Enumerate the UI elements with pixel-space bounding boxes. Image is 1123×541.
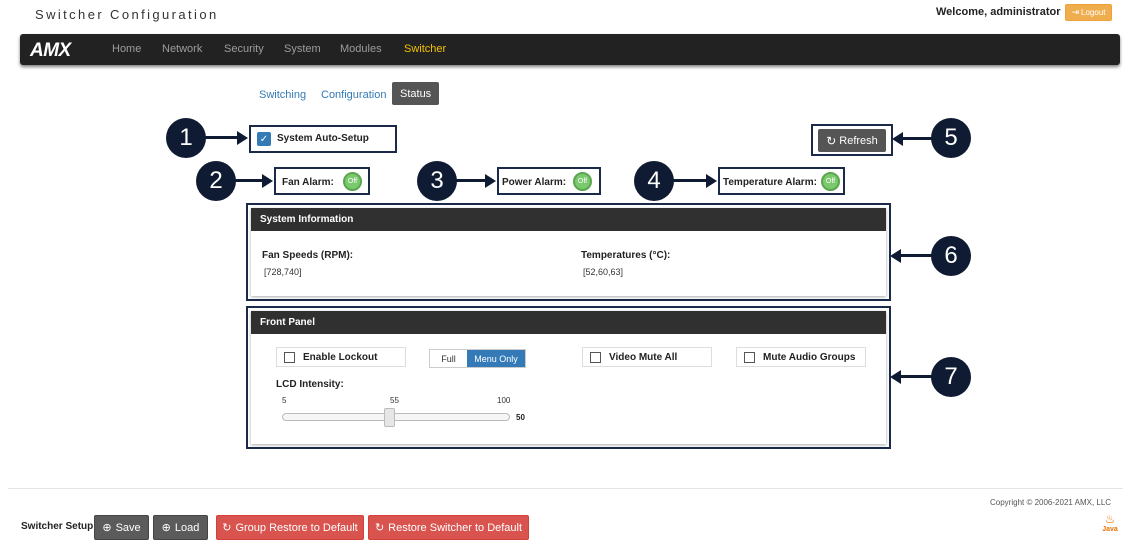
refresh-button[interactable]: ↻ Refresh	[818, 129, 886, 152]
arrow-1-head	[237, 131, 248, 145]
load-icon: ⊕	[161, 522, 171, 534]
auto-setup-box: ✓ System Auto-Setup	[249, 125, 397, 153]
group-restore-label: Group Restore to Default	[235, 521, 358, 534]
callout-3: 3	[417, 161, 457, 201]
logout-label: Logout	[1081, 8, 1106, 17]
lockout-mode-toggle: Full Menu Only	[429, 349, 526, 368]
arrow-6	[900, 254, 932, 257]
callout-1: 1	[166, 118, 206, 158]
power-alarm-label: Power Alarm:	[502, 177, 567, 188]
refresh-icon: ↻	[826, 133, 837, 148]
arrow-4-head	[706, 174, 717, 188]
check-icon: ✓	[259, 133, 269, 145]
front-panel-box: Front Panel Enable Lockout Full Menu Onl…	[246, 306, 891, 449]
save-button[interactable]: ⊕ Save	[94, 515, 149, 540]
lcd-intensity-label: LCD Intensity:	[276, 379, 344, 390]
temperatures-value: [52,60,63]	[583, 267, 624, 277]
system-info-box: System Information Fan Speeds (RPM): [72…	[246, 203, 891, 301]
video-mute-all-option[interactable]: Video Mute All	[582, 347, 712, 367]
tab-configuration[interactable]: Configuration	[321, 89, 386, 101]
arrow-5	[902, 137, 932, 140]
system-info-title: System Information	[251, 208, 886, 231]
arrow-2	[235, 179, 263, 182]
refresh-label: Refresh	[839, 134, 878, 147]
footer-divider	[8, 488, 1123, 489]
lcd-intensity-slider[interactable]	[282, 413, 510, 421]
fan-alarm-box: Fan Alarm: Off	[274, 167, 370, 195]
tab-status[interactable]: Status	[392, 82, 440, 105]
enable-lockout-option[interactable]: Enable Lockout	[276, 347, 406, 367]
group-restore-button[interactable]: ↻ Group Restore to Default	[216, 515, 364, 540]
lcd-max-label: 100	[497, 396, 511, 405]
restore-switcher-button[interactable]: ↻ Restore Switcher to Default	[368, 515, 529, 540]
enable-lockout-label: Enable Lockout	[303, 351, 378, 363]
auto-setup-label: System Auto-Setup	[277, 133, 369, 144]
java-icon: ♨ Java	[1102, 512, 1118, 533]
nav-switcher[interactable]: Switcher	[404, 43, 446, 55]
restore-switcher-label: Restore Switcher to Default	[388, 521, 523, 534]
copyright-text: Copyright © 2006-2021 AMX, LLC	[990, 498, 1112, 507]
fan-alarm-label: Fan Alarm:	[282, 177, 334, 188]
arrow-3-head	[485, 174, 496, 188]
nav-home[interactable]: Home	[112, 43, 141, 55]
welcome-text: Welcome, administrator	[936, 6, 1061, 18]
restore-switcher-icon: ↻	[374, 522, 385, 534]
arrow-1	[205, 136, 238, 139]
load-label: Load	[174, 521, 200, 534]
top-navbar: AMX Home Network Security System Modules…	[20, 34, 1120, 65]
nav-network[interactable]: Network	[162, 43, 202, 55]
save-icon: ⊕	[102, 522, 112, 534]
callout-6: 6	[931, 236, 971, 276]
enable-lockout-checkbox[interactable]	[284, 351, 295, 363]
tab-switching[interactable]: Switching	[259, 89, 306, 101]
front-panel-title: Front Panel	[251, 311, 886, 334]
save-label: Save	[115, 521, 141, 534]
mute-audio-groups-option[interactable]: Mute Audio Groups	[736, 347, 866, 367]
fan-alarm-indicator: Off	[343, 172, 362, 191]
arrow-3	[456, 179, 486, 182]
page-title: Switcher Configuration	[35, 7, 219, 22]
video-mute-all-checkbox[interactable]	[590, 351, 601, 363]
arrow-7	[900, 375, 932, 378]
lcd-value: 50	[516, 413, 525, 422]
callout-2: 2	[196, 161, 236, 201]
power-alarm-box: Power Alarm: Off	[497, 167, 601, 195]
arrow-2-head	[262, 174, 273, 188]
java-label: Java	[1102, 526, 1118, 533]
amx-logo[interactable]: AMX	[30, 40, 71, 62]
auto-setup-checkbox[interactable]: ✓	[257, 132, 271, 146]
temp-alarm-box: Temperature Alarm: Off	[718, 167, 845, 195]
lcd-slider-thumb[interactable]	[384, 408, 395, 427]
logout-button[interactable]: ⇥ Logout	[1065, 4, 1112, 21]
load-button[interactable]: ⊕ Load	[153, 515, 208, 540]
lockout-full-button[interactable]: Full	[430, 350, 467, 367]
lcd-mid-label: 55	[390, 396, 399, 405]
fan-speeds-label: Fan Speeds (RPM):	[262, 250, 354, 261]
group-restore-icon: ↻	[222, 522, 232, 534]
nav-security[interactable]: Security	[224, 43, 264, 55]
callout-5: 5	[931, 118, 971, 158]
switcher-setup-label: Switcher Setup:	[21, 521, 97, 532]
logout-icon: ⇥	[1071, 7, 1080, 17]
power-alarm-indicator: Off	[573, 172, 592, 191]
temp-alarm-label: Temperature Alarm:	[723, 177, 817, 188]
temperatures-label: Temperatures (°C):	[581, 250, 671, 261]
nav-system[interactable]: System	[284, 43, 321, 55]
mute-audio-groups-label: Mute Audio Groups	[763, 351, 856, 363]
callout-7: 7	[931, 357, 971, 397]
system-info-panel: System Information Fan Speeds (RPM): [72…	[251, 208, 886, 296]
callout-4: 4	[634, 161, 674, 201]
nav-modules[interactable]: Modules	[340, 43, 382, 55]
video-mute-all-label: Video Mute All	[609, 351, 678, 363]
refresh-box: ↻ Refresh	[811, 124, 893, 156]
mute-audio-groups-checkbox[interactable]	[744, 351, 755, 363]
lcd-min-label: 5	[282, 396, 287, 405]
fan-speeds-value: [728,740]	[264, 267, 302, 277]
arrow-4	[673, 179, 707, 182]
temp-alarm-indicator: Off	[821, 172, 840, 191]
front-panel: Front Panel Enable Lockout Full Menu Onl…	[251, 311, 886, 444]
lockout-menu-only-button[interactable]: Menu Only	[467, 350, 525, 367]
